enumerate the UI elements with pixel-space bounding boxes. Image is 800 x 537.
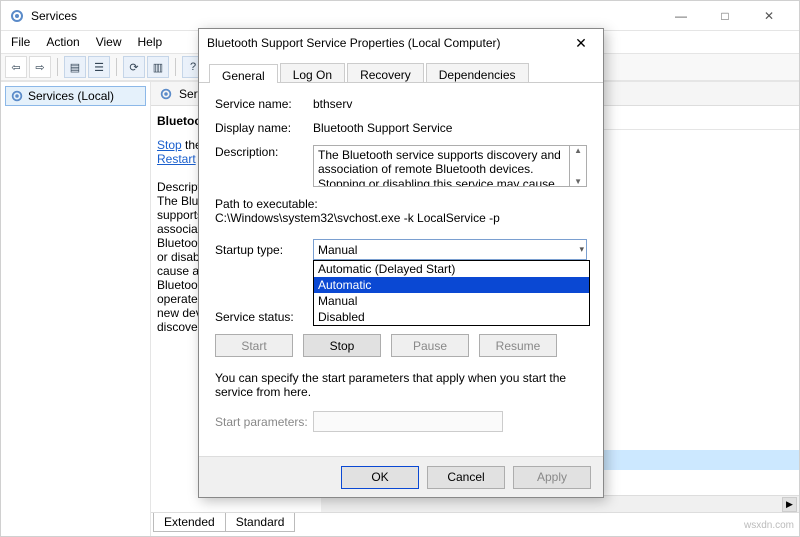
forward-button[interactable]: ⇨ (29, 56, 51, 78)
resume-button: Resume (479, 334, 557, 357)
restart-link[interactable]: Restart (157, 152, 196, 166)
pause-button: Pause (391, 334, 469, 357)
cancel-button[interactable]: Cancel (427, 466, 505, 489)
separator (57, 58, 58, 76)
watermark: wsxdn.com (744, 520, 794, 531)
tab-standard[interactable]: Standard (225, 513, 296, 532)
dialog-title: Bluetooth Support Service Properties (Lo… (207, 36, 567, 50)
scroll-right-arrow[interactable]: ▶ (782, 497, 797, 512)
stop-button[interactable]: Stop (303, 334, 381, 357)
description-box[interactable]: The Bluetooth service supports discovery… (313, 145, 570, 187)
service-status-label: Service status: (215, 310, 313, 324)
option-manual[interactable]: Manual (314, 293, 589, 309)
ok-button[interactable]: OK (341, 466, 419, 489)
refresh-button[interactable]: ⟳ (123, 56, 145, 78)
titlebar: Services — □ ✕ (1, 1, 799, 31)
display-name-value: Bluetooth Support Service (313, 121, 587, 135)
menu-help[interactable]: Help (138, 35, 163, 49)
back-button[interactable]: ⇦ (5, 56, 27, 78)
description-label: Description: (215, 145, 313, 159)
service-name-label: Service name: (215, 97, 313, 111)
option-disabled[interactable]: Disabled (314, 309, 589, 325)
description-scrollbar[interactable]: ▲▼ (570, 145, 587, 187)
dialog-close-button[interactable]: ✕ (567, 29, 595, 57)
startup-type-value: Manual (318, 243, 357, 257)
path-value: C:\Windows\system32\svchost.exe -k Local… (215, 211, 587, 225)
separator (175, 58, 176, 76)
service-name-value: bthserv (313, 97, 587, 111)
properties-dialog: Bluetooth Support Service Properties (Lo… (198, 28, 604, 498)
gear-icon (9, 8, 25, 24)
nav-pane: Services (Local) (1, 82, 151, 536)
startup-type-label: Startup type: (215, 243, 313, 257)
tab-recovery[interactable]: Recovery (347, 63, 424, 82)
maximize-button[interactable]: □ (703, 1, 747, 31)
minimize-button[interactable]: — (659, 1, 703, 31)
start-button: Start (215, 334, 293, 357)
path-label: Path to executable: (215, 197, 587, 211)
gear-icon (159, 87, 173, 101)
close-button[interactable]: ✕ (747, 1, 791, 31)
menu-view[interactable]: View (96, 35, 122, 49)
dialog-titlebar: Bluetooth Support Service Properties (Lo… (199, 29, 603, 57)
window-title: Services (31, 9, 659, 23)
dialog-tabs: General Log On Recovery Dependencies (199, 57, 603, 83)
tab-extended[interactable]: Extended (153, 513, 226, 532)
nav-label: Services (Local) (28, 89, 114, 103)
start-params-input (313, 411, 503, 432)
menu-file[interactable]: File (11, 35, 30, 49)
show-hide-button[interactable]: ▤ (64, 56, 86, 78)
menu-action[interactable]: Action (46, 35, 79, 49)
startup-type-dropdown: Automatic (Delayed Start) Automatic Manu… (313, 260, 590, 326)
properties-button[interactable]: ☰ (88, 56, 110, 78)
chevron-down-icon: ▾ (579, 244, 584, 255)
separator (116, 58, 117, 76)
option-automatic[interactable]: Automatic (314, 277, 589, 293)
dialog-footer: OK Cancel Apply (199, 456, 603, 497)
startup-type-combo[interactable]: Manual ▾ Automatic (Delayed Start) Autom… (313, 239, 587, 260)
tab-logon[interactable]: Log On (280, 63, 345, 82)
tab-dependencies[interactable]: Dependencies (426, 63, 529, 82)
start-params-label: Start parameters: (215, 415, 313, 429)
export-button[interactable]: ▥ (147, 56, 169, 78)
tab-general[interactable]: General (209, 64, 278, 83)
view-tabs: Extended Standard (151, 512, 799, 536)
apply-button: Apply (513, 466, 591, 489)
start-params-hint: You can specify the start parameters tha… (215, 371, 587, 399)
nav-services-local[interactable]: Services (Local) (5, 86, 146, 106)
gear-icon (10, 89, 24, 103)
option-delayed[interactable]: Automatic (Delayed Start) (314, 261, 589, 277)
display-name-label: Display name: (215, 121, 313, 135)
stop-link[interactable]: Stop (157, 138, 182, 152)
